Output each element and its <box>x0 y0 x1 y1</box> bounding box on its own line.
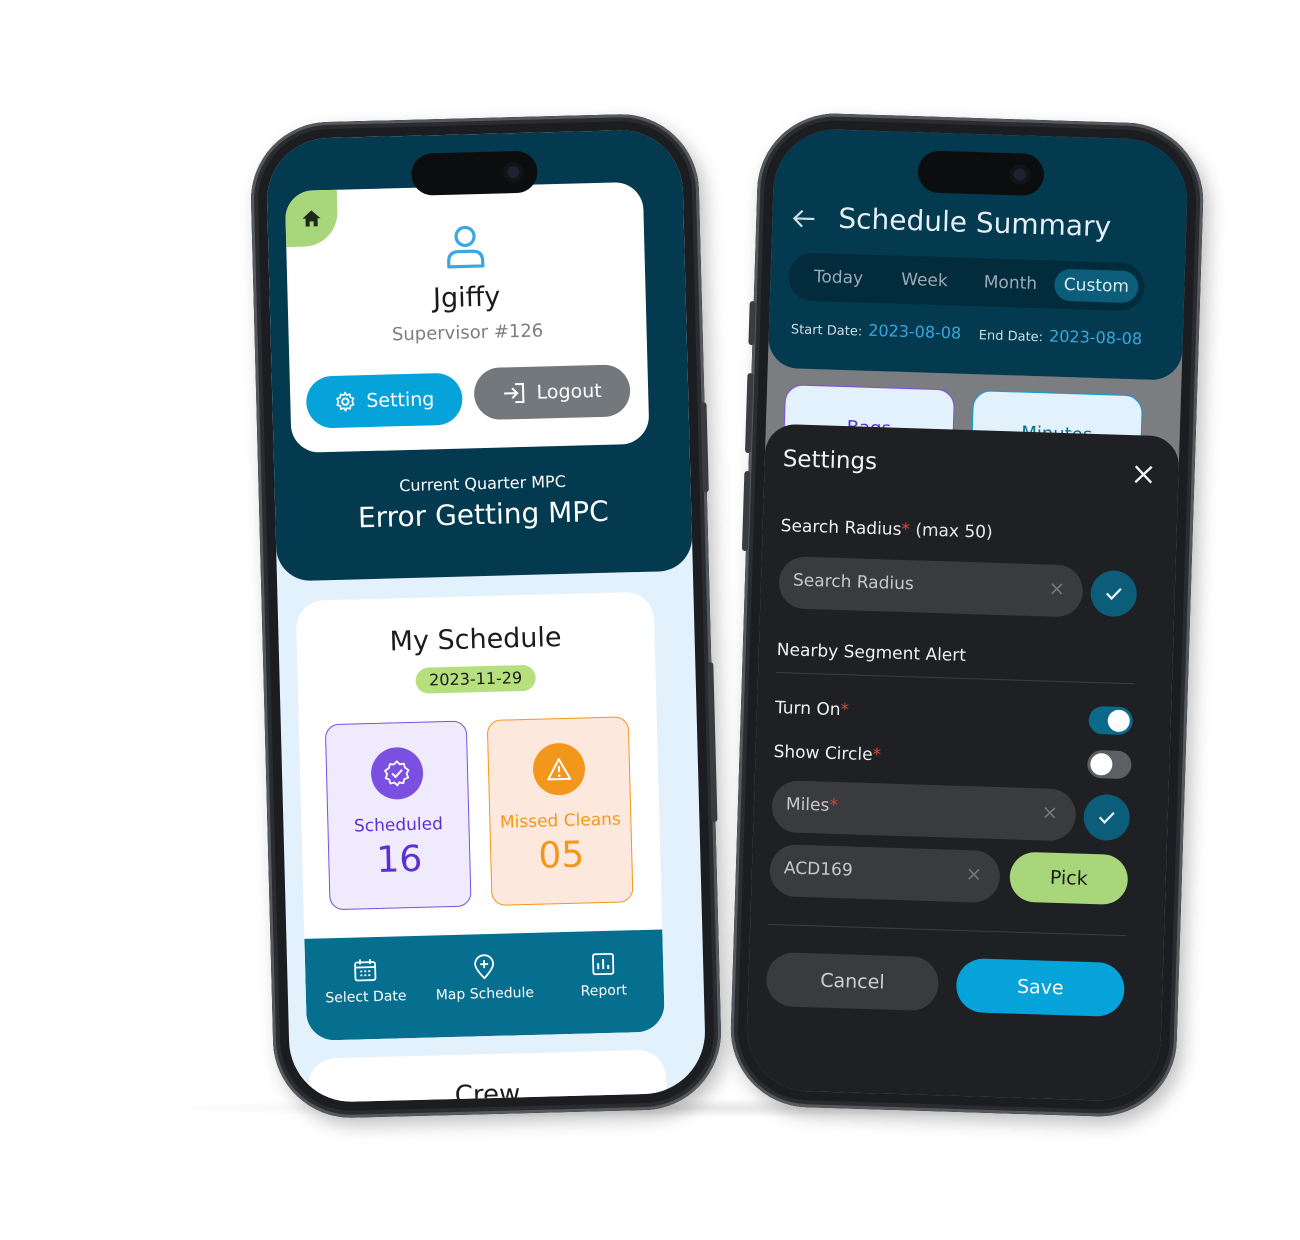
end-date-label: End Date: <box>978 328 1044 346</box>
warning-icon <box>532 742 586 796</box>
confirm-miles-button[interactable] <box>1082 793 1131 842</box>
miles-placeholder-text: Miles <box>785 794 830 816</box>
start-date-value: 2023-08-08 <box>867 320 962 343</box>
profile-card: Jgiffy Supervisor #126 Setting Logout <box>284 181 650 454</box>
segment-input[interactable]: ACD169 <box>769 843 1001 904</box>
back-arrow-icon[interactable] <box>790 204 819 233</box>
close-icon[interactable] <box>1132 463 1155 486</box>
calendar-icon <box>354 959 377 982</box>
segment-value: ACD169 <box>783 858 853 881</box>
tab-today[interactable]: Today <box>796 260 881 295</box>
pick-button[interactable]: Pick <box>1009 851 1129 906</box>
nav-select-date-label: Select Date <box>325 988 407 1007</box>
turn-on-toggle[interactable] <box>1088 705 1134 736</box>
side-button <box>748 301 756 346</box>
scheduled-tile[interactable]: Scheduled 16 <box>324 720 472 911</box>
miles-placeholder: Miles* <box>785 794 839 817</box>
logout-label: Logout <box>536 379 602 404</box>
cancel-button[interactable]: Cancel <box>765 951 940 1012</box>
schedule-date: 2023-11-29 <box>415 664 536 694</box>
home-icon <box>302 210 321 227</box>
profile-header: Jgiffy Supervisor #126 Setting Logout Cu… <box>265 128 693 582</box>
schedule-title: My Schedule <box>389 622 562 658</box>
confirm-radius-button[interactable] <box>1090 569 1138 618</box>
home-screen: Jgiffy Supervisor #126 Setting Logout Cu… <box>265 128 707 1104</box>
settings-sheet: Settings Search Radius* (max 50) Search … <box>744 423 1180 1103</box>
settings-title: Settings <box>782 446 878 476</box>
phone-left: Jgiffy Supervisor #126 Setting Logout Cu… <box>249 112 723 1120</box>
setting-label: Setting <box>366 388 435 413</box>
turn-on-label: Turn On* <box>774 698 850 721</box>
side-button <box>707 662 718 823</box>
turn-on-label-text: Turn On <box>774 698 841 721</box>
nearby-alert-label: Nearby Segment Alert <box>776 640 967 666</box>
search-radius-label-text: Search Radius <box>780 516 902 540</box>
nav-map-schedule[interactable]: Map Schedule <box>424 953 545 1004</box>
home-button[interactable] <box>284 189 339 248</box>
scheduled-count: 16 <box>375 838 423 881</box>
report-icon <box>592 952 615 976</box>
phone-right: Schedule Summary Today Week Month Custom… <box>728 111 1206 1119</box>
divider <box>776 672 1134 685</box>
user-name: Jgiffy <box>432 281 501 315</box>
check-icon <box>1098 811 1115 825</box>
search-radius-placeholder: Search Radius <box>792 570 915 595</box>
nav-select-date[interactable]: Select Date <box>305 956 426 1007</box>
dynamic-island <box>917 150 1045 197</box>
search-radius-input[interactable]: Search Radius <box>778 556 1084 618</box>
search-radius-hint: (max 50) <box>915 520 993 543</box>
summary-title: Schedule Summary <box>837 201 1112 244</box>
check-icon <box>1105 588 1122 601</box>
show-circle-label: Show Circle* <box>773 741 882 766</box>
mpc-value: Error Getting MPC <box>357 494 610 535</box>
toggle-knob <box>1090 752 1113 776</box>
camera-icon <box>503 161 524 183</box>
search-radius-label: Search Radius* (max 50) <box>780 516 993 543</box>
setting-button[interactable]: Setting <box>305 372 463 429</box>
schedule-card: My Schedule 2023-11-29 Scheduled 16 Miss… <box>295 591 665 1041</box>
map-pin-icon <box>474 954 495 980</box>
start-date[interactable]: Start Date: 2023-08-08 <box>790 318 962 343</box>
user-icon <box>447 225 485 269</box>
crew-card: Crew <box>307 1049 668 1104</box>
end-date-value: 2023-08-08 <box>1048 326 1143 349</box>
missed-cleans-tile[interactable]: Missed Cleans 05 <box>486 716 634 906</box>
crew-title: Crew <box>454 1079 521 1104</box>
start-date-label: Start Date: <box>790 322 863 340</box>
schedule-summary-screen: Schedule Summary Today Week Month Custom… <box>744 127 1190 1103</box>
tab-week[interactable]: Week <box>882 263 967 298</box>
period-tabs: Today Week Month Custom <box>787 252 1146 312</box>
side-button <box>741 470 751 552</box>
nav-report-label: Report <box>580 982 628 1000</box>
clear-icon[interactable] <box>1042 804 1058 820</box>
show-circle-toggle[interactable] <box>1086 749 1132 780</box>
end-date[interactable]: End Date: 2023-08-08 <box>979 324 1143 348</box>
side-button <box>700 402 709 493</box>
bottom-nav: Select Date Map Schedule Report <box>304 929 665 1041</box>
divider <box>768 923 1127 937</box>
badge-check-icon <box>370 746 424 801</box>
nav-report[interactable]: Report <box>543 949 664 1000</box>
logout-button[interactable]: Logout <box>473 364 631 421</box>
dynamic-island <box>410 150 538 196</box>
user-role: Supervisor #126 <box>391 320 544 346</box>
tab-custom[interactable]: Custom <box>1053 268 1139 304</box>
nav-map-schedule-label: Map Schedule <box>435 984 535 1004</box>
save-button[interactable]: Save <box>955 957 1126 1018</box>
camera-icon <box>1009 164 1031 185</box>
gear-icon <box>336 391 355 412</box>
scheduled-label: Scheduled <box>353 814 444 837</box>
toggle-knob <box>1107 709 1131 733</box>
miles-input[interactable]: Miles* <box>771 779 1077 842</box>
missed-label: Missed Cleans <box>499 809 622 833</box>
tab-month[interactable]: Month <box>968 266 1053 301</box>
show-circle-label-text: Show Circle <box>773 741 873 766</box>
clear-icon[interactable] <box>1049 581 1065 597</box>
clear-icon[interactable] <box>966 866 982 882</box>
logout-icon <box>504 382 525 404</box>
side-button <box>744 372 754 454</box>
missed-count: 05 <box>537 834 585 877</box>
